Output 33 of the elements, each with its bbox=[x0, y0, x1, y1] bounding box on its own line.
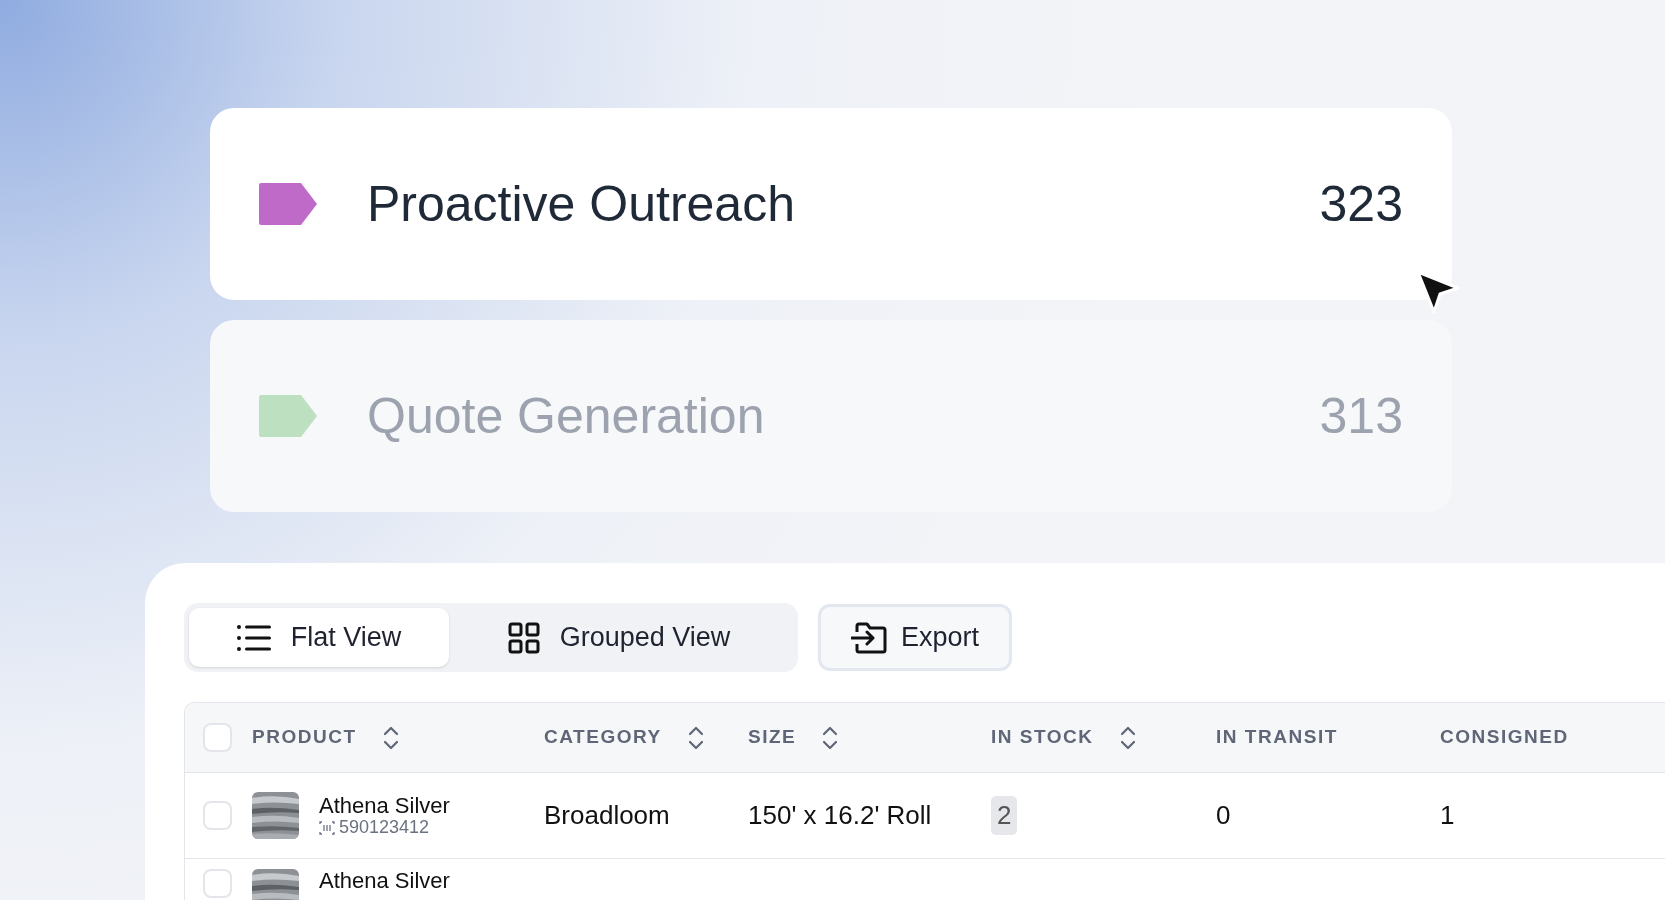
stock-badge: 2 bbox=[991, 796, 1018, 835]
sort-icon[interactable] bbox=[382, 724, 399, 751]
table-cell: 150' x 16.2' Roll bbox=[748, 800, 932, 830]
row-checkbox[interactable] bbox=[203, 869, 232, 898]
sort-icon[interactable] bbox=[1119, 724, 1136, 751]
table-cell: Broadloom bbox=[544, 800, 670, 830]
column-header: IN TRANSIT bbox=[1216, 725, 1338, 750]
product-sku: 590123412 bbox=[339, 817, 430, 838]
table-cell: 1 bbox=[1440, 800, 1455, 830]
list-icon bbox=[236, 623, 271, 652]
sort-icon[interactable] bbox=[687, 724, 704, 751]
export-button[interactable]: Export bbox=[818, 604, 1013, 671]
column-header: PRODUCT bbox=[252, 725, 357, 750]
select-all-checkbox[interactable] bbox=[203, 723, 232, 752]
row-checkbox[interactable] bbox=[203, 801, 232, 830]
segment-label: Proactive Outreach bbox=[367, 174, 796, 234]
sort-icon[interactable] bbox=[822, 724, 839, 751]
barcode-icon bbox=[319, 819, 335, 836]
column-header: CONSIGNED bbox=[1440, 725, 1569, 750]
product-name: Athena Silver bbox=[319, 793, 450, 818]
view-tab[interactable]: Flat View bbox=[189, 608, 449, 667]
table-cell: 0 bbox=[1216, 800, 1231, 830]
view-tab[interactable]: Grouped View bbox=[459, 608, 779, 667]
segment-label: Quote Generation bbox=[367, 386, 766, 446]
column-header: IN STOCK bbox=[991, 725, 1094, 750]
segment-count: 323 bbox=[1319, 174, 1403, 234]
export-icon bbox=[851, 621, 887, 654]
segment-count: 313 bbox=[1319, 386, 1403, 446]
column-header: SIZE bbox=[748, 725, 797, 750]
grid-icon bbox=[507, 621, 540, 654]
product-name: Athena Silver bbox=[319, 869, 450, 894]
column-header: CATEGORY bbox=[544, 725, 662, 750]
segment-card[interactable]: Proactive Outreach 323 bbox=[210, 108, 1452, 300]
